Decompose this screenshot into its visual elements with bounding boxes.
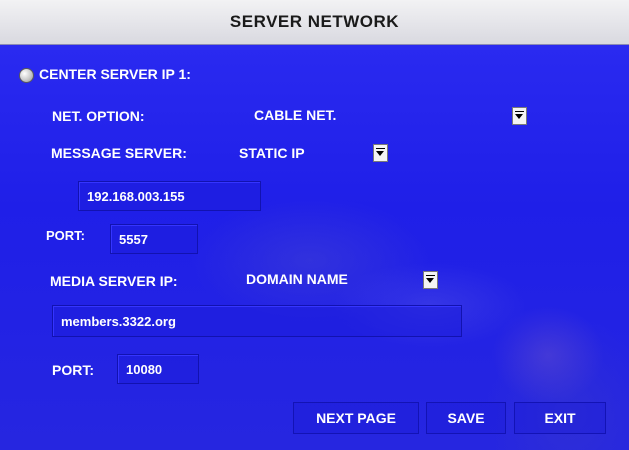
net-option-select[interactable]: CABLE NET. [248,100,530,130]
port-2-field[interactable]: 10080 [117,354,199,384]
message-server-dropdown-icon[interactable] [373,144,388,162]
media-server-label: MEDIA SERVER IP: [50,273,178,289]
server-network-window: SERVER NETWORK CENTER SERVER IP 1: NET. … [0,0,629,450]
port-2-value: 10080 [126,361,163,377]
center-server-label: CENTER SERVER IP 1: [39,66,191,82]
save-button[interactable]: SAVE [426,402,506,434]
media-server-domain-field[interactable]: members.3322.org [52,305,462,337]
port-1-value: 5557 [119,231,148,247]
port-1-label: PORT: [46,228,85,243]
media-server-dropdown-icon[interactable] [423,271,438,289]
net-option-label: NET. OPTION: [52,108,145,124]
message-server-ip-field[interactable]: 192.168.003.155 [78,181,261,211]
port-1-field[interactable]: 5557 [110,224,198,254]
media-server-domain-value: members.3322.org [61,313,176,329]
window-title: SERVER NETWORK [229,12,400,31]
message-server-ip-value: 192.168.003.155 [87,188,185,204]
message-server-select[interactable]: STATIC IP [233,138,393,168]
title-bar: SERVER NETWORK [0,0,629,45]
port-2-label: PORT: [52,362,94,378]
radio-bullet-icon[interactable] [19,68,34,83]
net-option-value: CABLE NET. [254,107,337,123]
message-server-value: STATIC IP [239,145,305,161]
next-page-button[interactable]: NEXT PAGE [293,402,419,434]
exit-button[interactable]: EXIT [514,402,606,434]
media-server-value: DOMAIN NAME [246,271,348,287]
message-server-label: MESSAGE SERVER: [51,145,187,161]
media-server-select[interactable]: DOMAIN NAME [240,264,440,294]
net-option-dropdown-icon[interactable] [512,107,527,125]
